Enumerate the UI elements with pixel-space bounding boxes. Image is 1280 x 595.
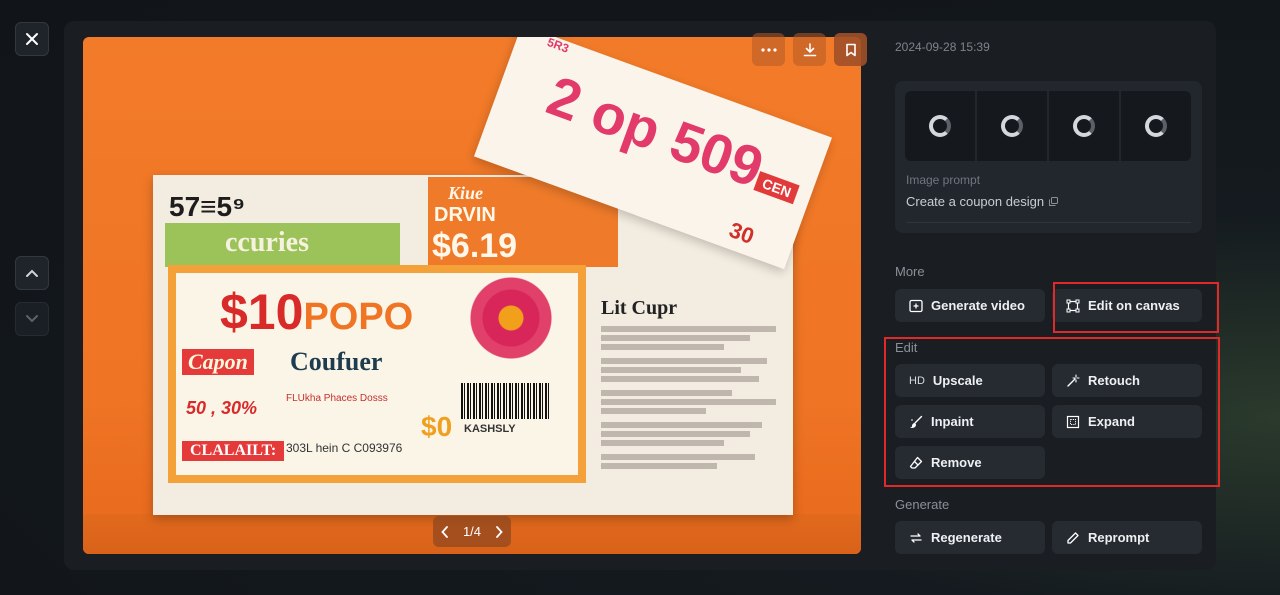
ellipsis-icon	[760, 47, 777, 52]
coupon-front-dollar: $0	[421, 411, 453, 442]
download-icon	[803, 42, 816, 56]
coupon-orange-price: $6.19	[432, 227, 518, 265]
coupon-green-banner: ccuries	[165, 223, 400, 267]
upscale-button[interactable]: HD Upscale	[895, 364, 1045, 397]
more-section-label: More	[895, 264, 925, 279]
variation-thumbnails	[905, 91, 1191, 161]
loading-spinner-icon	[1145, 115, 1167, 137]
regenerate-label: Regenerate	[931, 530, 1002, 545]
generate-section-label: Generate	[895, 497, 950, 512]
reprompt-button[interactable]: Reprompt	[1052, 521, 1202, 554]
edit-section-label: Edit	[895, 340, 918, 355]
thumbnail-loading[interactable]	[1049, 91, 1119, 161]
pager-count: 1/4	[462, 524, 482, 539]
expand-button[interactable]: Expand	[1052, 405, 1202, 438]
retouch-button[interactable]: Retouch	[1052, 364, 1202, 397]
pencil-icon	[1067, 531, 1079, 544]
remove-label: Remove	[931, 455, 982, 470]
edit-on-canvas-label: Edit on canvas	[1088, 298, 1180, 313]
coupon-floating-tag: CEN	[753, 171, 800, 205]
canvas-frame-icon	[1066, 299, 1080, 312]
copy-icon[interactable]	[1049, 197, 1059, 206]
image-prompt-label: Image prompt	[906, 173, 981, 187]
coupon-front-kash: KASHSLY	[464, 423, 516, 435]
coupon-fine-print-heading: Lit Cupr	[601, 297, 678, 319]
reprompt-label: Reprompt	[1088, 530, 1150, 545]
inpaint-label: Inpaint	[931, 414, 974, 429]
generated-image: 57≡5⁹ ccuries Kiue DRVIN $6.19 Lit Cupr …	[83, 37, 861, 554]
image-prompt-text[interactable]: Create a coupon design	[906, 194, 1059, 209]
hd-icon: HD	[909, 374, 925, 387]
coupon-front-small-text: FLUkha Phaces Dosss	[286, 393, 388, 404]
coupon-front-bottom-label: CLALAILT:	[182, 441, 285, 461]
coupon-orange-line2: DRVIN	[434, 204, 496, 226]
image-prompt-card: Image prompt Create a coupon design	[895, 81, 1202, 233]
coupon-front-percent: 50 , 30%	[186, 398, 258, 418]
coupon-front: $10POPO Capon Coufuer 50 , 30% FLUkha Ph…	[168, 265, 586, 483]
refresh-icon	[910, 532, 922, 543]
next-image-button[interactable]	[15, 302, 49, 336]
coupon-floating-headline: 2 op 509	[539, 63, 772, 200]
expand-label: Expand	[1088, 414, 1135, 429]
previous-image-button[interactable]	[15, 256, 49, 290]
chevron-left-icon	[441, 525, 448, 538]
thumbnail-loading[interactable]	[1121, 91, 1191, 161]
coupon-floating-30: 30	[725, 217, 758, 249]
loading-spinner-icon	[929, 115, 951, 137]
thumbnail-loading[interactable]	[905, 91, 975, 161]
pager-next-button[interactable]	[495, 525, 503, 538]
thumbnail-loading[interactable]	[977, 91, 1047, 161]
coupon-front-subtitle: Coufuer	[290, 347, 383, 376]
more-options-button[interactable]	[752, 33, 785, 66]
coupon-front-capon: Capon	[182, 349, 254, 375]
divider	[906, 222, 1191, 223]
timestamp: 2024-09-28 15:39	[895, 40, 990, 54]
chevron-right-icon	[496, 525, 503, 538]
loading-spinner-icon	[1073, 115, 1095, 137]
barcode-graphic	[461, 383, 551, 419]
loading-spinner-icon	[1001, 115, 1023, 137]
image-pager: 1/4	[433, 516, 511, 547]
expand-icon	[1066, 415, 1080, 428]
magic-wand-icon	[1067, 373, 1080, 387]
generate-video-label: Generate video	[931, 298, 1025, 313]
coupon-front-headline: $10POPO	[220, 284, 414, 340]
coupon-fine-print: Lit Cupr	[601, 297, 776, 472]
video-plus-icon	[909, 299, 923, 312]
bookmark-icon	[845, 43, 856, 56]
coupon-back-number: 57≡5⁹	[169, 191, 246, 222]
chevron-down-icon	[26, 315, 38, 323]
regenerate-button[interactable]: Regenerate	[895, 521, 1045, 554]
generate-video-button[interactable]: Generate video	[895, 289, 1045, 322]
close-button[interactable]	[15, 22, 49, 56]
image-prompt-value: Create a coupon design	[906, 194, 1045, 209]
pager-prev-button[interactable]	[441, 525, 449, 538]
close-icon	[26, 33, 38, 45]
coupon-front-code: 303L hein C C093976	[286, 441, 403, 455]
edit-on-canvas-button[interactable]: Edit on canvas	[1052, 289, 1202, 322]
image-toolbar	[752, 33, 867, 66]
remove-button[interactable]: Remove	[895, 446, 1045, 479]
brush-icon	[910, 415, 923, 428]
flower-graphic	[466, 273, 556, 363]
coupon-floating-number: 5R3	[545, 37, 571, 56]
inpaint-button[interactable]: Inpaint	[895, 405, 1045, 438]
upscale-label: Upscale	[932, 373, 983, 388]
eraser-icon	[909, 456, 923, 469]
retouch-label: Retouch	[1088, 373, 1140, 388]
chevron-up-icon	[26, 269, 38, 277]
bookmark-button[interactable]	[834, 33, 867, 66]
download-button[interactable]	[793, 33, 826, 66]
